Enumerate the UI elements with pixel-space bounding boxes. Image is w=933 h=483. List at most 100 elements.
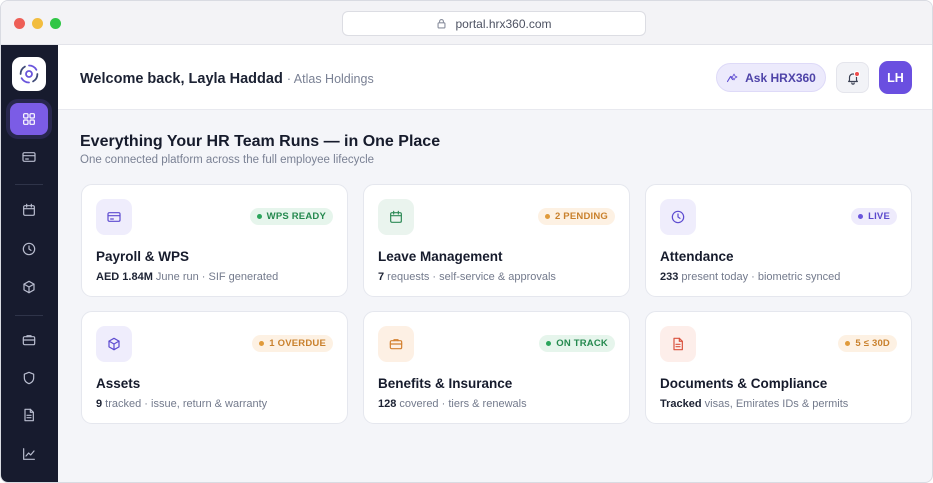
sidebar-item-compliance[interactable]: [10, 362, 48, 394]
top-header: Welcome back, Layla Haddad · Atlas Holdi…: [58, 45, 932, 110]
status-badge: LIVE: [851, 208, 897, 225]
card-meta-text: June run · SIF generated: [152, 271, 279, 283]
sidebar-item-payroll[interactable]: [10, 141, 48, 173]
shield-icon: [23, 371, 35, 385]
cube-icon: [23, 280, 35, 294]
sidebar-item-reports[interactable]: [10, 438, 48, 470]
briefcase-icon: [389, 339, 403, 350]
card-icon-tile: [378, 199, 414, 235]
chart-icon: [23, 448, 35, 460]
module-card-leave[interactable]: 2 PENDING Leave Management 7 requests · …: [363, 184, 630, 297]
card-meta-value: 233: [660, 271, 679, 283]
card-icon-tile: [660, 199, 696, 235]
sidebar-item-leave[interactable]: [10, 194, 48, 226]
logo-mark-icon: [19, 64, 39, 84]
card-title: Assets: [96, 376, 141, 391]
clock-icon: [22, 242, 36, 256]
card-meta: AED 1.84M June run · SIF generated: [96, 271, 278, 283]
sidebar-item-assets[interactable]: [10, 271, 48, 303]
notification-dot: [854, 71, 860, 77]
card-meta: 128 covered · tiers & renewals: [378, 398, 527, 410]
sparkle-icon: [727, 73, 738, 82]
status-badge-text: 5 ≤ 30D: [855, 338, 890, 349]
calendar-icon: [23, 203, 35, 216]
card-meta: 9 tracked · issue, return & warranty: [96, 398, 267, 410]
card-meta: Tracked visas, Emirates IDs & permits: [660, 398, 848, 410]
card-title: Leave Management: [378, 249, 503, 264]
page-title: Everything Your HR Team Runs — in One Pl…: [80, 133, 441, 150]
module-card-assets[interactable]: 1 OVERDUE Assets 9 tracked · issue, retu…: [81, 311, 348, 424]
sidebar-item-documents[interactable]: [10, 399, 48, 431]
status-dot: [546, 341, 552, 346]
browser-title-bar: portal.hrx360.com: [1, 1, 932, 45]
module-card-payroll[interactable]: WPS READY Payroll & WPS AED 1.84M June r…: [81, 184, 348, 297]
card-title: Payroll & WPS: [96, 249, 190, 264]
sidebar-item-benefits[interactable]: [10, 324, 48, 356]
card-meta-text: tracked · issue, return & warranty: [102, 398, 268, 410]
hrx360-logo[interactable]: [12, 57, 46, 91]
status-badge: WPS READY: [249, 208, 333, 225]
card-meta: 233 present today · biometric synced: [660, 271, 840, 283]
card-meta-text: requests · self-service & approvals: [384, 271, 556, 283]
card-title: Documents & Compliance: [660, 376, 828, 391]
status-badge: 5 ≤ 30D: [838, 335, 897, 352]
status-badge-text: 2 PENDING: [554, 211, 608, 222]
maximize-window-button[interactable]: [50, 18, 61, 29]
ask-hrx360-label: Ask HRX360: [745, 70, 816, 85]
status-badge-text: WPS READY: [266, 211, 326, 222]
card-icon-tile: [660, 326, 696, 362]
close-window-button[interactable]: [14, 18, 25, 29]
organization-name: · Atlas Holdings: [286, 72, 374, 86]
module-card-benefits[interactable]: ON TRACK Benefits & Insurance 128 covere…: [363, 311, 630, 424]
sidebar-item-dashboard[interactable]: [10, 103, 48, 135]
status-badge-text: 1 OVERDUE: [269, 338, 326, 349]
dashboard-grid-icon: [23, 113, 35, 125]
card-meta-text: covered · tiers & renewals: [396, 398, 527, 410]
card-title: Benefits & Insurance: [378, 376, 513, 391]
card-meta-value: Tracked: [660, 398, 702, 410]
card-icon-tile: [96, 326, 132, 362]
status-dot: [544, 214, 550, 219]
ask-hrx360-button[interactable]: Ask HRX360: [716, 63, 826, 92]
module-card-attendance[interactable]: LIVE Attendance 233 present today · biom…: [645, 184, 912, 297]
status-dot: [845, 341, 851, 346]
credit-card-icon: [107, 212, 121, 222]
calendar-icon: [390, 210, 402, 223]
card-icon-tile: [378, 326, 414, 362]
credit-card-icon: [22, 152, 36, 162]
lock-icon: [437, 18, 446, 29]
card-meta: 7 requests · self-service & approvals: [378, 271, 556, 283]
welcome-message: Welcome back, Layla Haddad · Atlas Holdi…: [80, 71, 374, 87]
cube-icon: [108, 337, 120, 351]
card-icon-tile: [96, 199, 132, 235]
status-badge: 1 OVERDUE: [252, 335, 333, 352]
status-dot: [259, 341, 265, 346]
card-meta-value: 128: [378, 398, 397, 410]
status-dot: [858, 214, 864, 219]
user-avatar[interactable]: LH: [879, 61, 912, 94]
briefcase-icon: [22, 335, 36, 346]
notifications-button[interactable]: [836, 62, 869, 93]
status-badge-text: ON TRACK: [556, 338, 608, 349]
sidebar-divider: [15, 184, 43, 185]
sidebar-item-attendance[interactable]: [10, 233, 48, 265]
page-subtitle: One connected platform across the full e…: [80, 154, 375, 166]
sidebar-divider: [15, 315, 43, 316]
card-title: Attendance: [660, 249, 734, 264]
clock-icon: [671, 210, 685, 224]
status-badge: ON TRACK: [539, 335, 615, 352]
sidebar: [1, 45, 58, 482]
card-meta-text: visas, Emirates IDs & permits: [701, 398, 849, 410]
browser-window: portal.hrx360.com Welcome back, Layla Ha…: [0, 0, 933, 483]
card-meta-text: present today · biometric synced: [678, 271, 841, 283]
minimize-window-button[interactable]: [32, 18, 43, 29]
document-icon: [673, 337, 683, 351]
address-bar[interactable]: portal.hrx360.com: [342, 11, 646, 36]
document-icon: [24, 408, 34, 422]
status-dot: [256, 214, 262, 219]
status-badge-text: LIVE: [868, 211, 890, 222]
welcome-text: Welcome back, Layla Haddad: [80, 71, 283, 87]
address-bar-url: portal.hrx360.com: [455, 16, 552, 31]
status-badge: 2 PENDING: [537, 208, 615, 225]
module-card-documents[interactable]: 5 ≤ 30D Documents & Compliance Tracked v…: [645, 311, 912, 424]
